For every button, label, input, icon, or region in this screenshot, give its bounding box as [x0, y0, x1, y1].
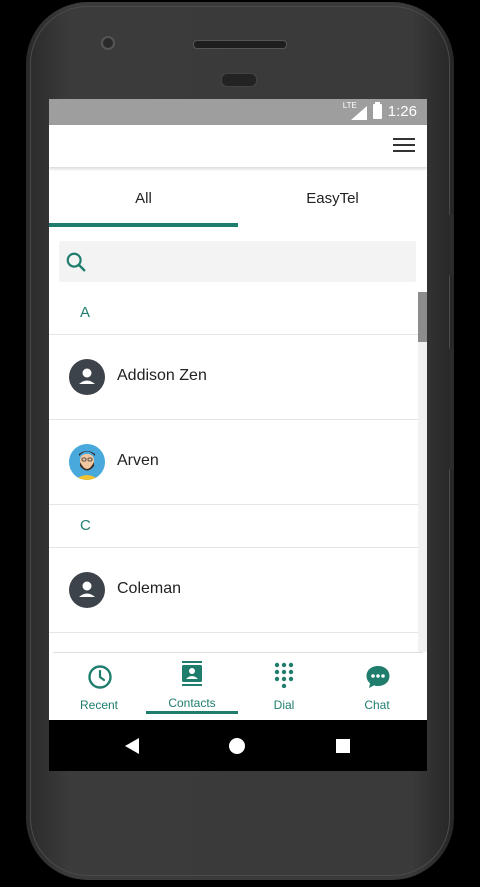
- scrollbar-thumb[interactable]: [418, 292, 427, 342]
- nav-chat[interactable]: Chat: [331, 653, 423, 718]
- contacts-icon: [182, 661, 202, 686]
- avatar-photo: [69, 444, 105, 480]
- signal-icon: LTE: [343, 101, 367, 120]
- nav-label: Dial: [273, 698, 295, 712]
- person-icon: [79, 368, 95, 384]
- bottom-navigation: Recent Contacts Dial Chat: [53, 652, 423, 718]
- search-bar: [59, 241, 416, 282]
- scrollbar[interactable]: [418, 292, 427, 652]
- search-icon[interactable]: [65, 251, 87, 273]
- volume-button: [449, 214, 454, 276]
- system-navigation-bar: [49, 720, 427, 771]
- screen: LTE 1:26 All EasyTel A Addison Zen Arven…: [49, 99, 427, 771]
- proximity-sensor: [221, 73, 257, 87]
- avatar: [69, 359, 105, 395]
- battery-icon: [372, 102, 382, 119]
- status-time: 1:26: [387, 103, 417, 120]
- earpiece-speaker: [193, 40, 287, 49]
- power-button: [449, 348, 454, 470]
- home-icon[interactable]: [229, 738, 245, 754]
- nav-label: Contacts: [168, 696, 216, 710]
- chat-icon: [366, 666, 390, 688]
- contact-name: Coleman: [117, 580, 182, 597]
- front-camera: [101, 36, 115, 50]
- tab-easytel[interactable]: EasyTel: [238, 169, 427, 229]
- contact-row[interactable]: Arven: [49, 420, 421, 505]
- nav-recent[interactable]: Recent: [53, 653, 145, 718]
- contact-row[interactable]: Addison Zen: [49, 335, 421, 420]
- nav-label: Recent: [79, 698, 119, 712]
- tab-indicator: [49, 223, 238, 227]
- recents-icon[interactable]: [336, 739, 350, 753]
- nav-label: Chat: [364, 698, 390, 712]
- person-icon: [79, 581, 95, 597]
- contact-list: A Addison Zen Arven C Coleman: [49, 292, 421, 633]
- hamburger-menu-icon[interactable]: [393, 138, 415, 154]
- tab-bar: All EasyTel: [49, 169, 427, 229]
- tab-all[interactable]: All: [49, 169, 238, 229]
- bearded-man-avatar: [69, 444, 105, 480]
- app-bar: [49, 125, 427, 167]
- section-header-a: A: [49, 292, 421, 335]
- search-input[interactable]: [99, 247, 403, 277]
- avatar: [69, 572, 105, 608]
- status-bar: LTE 1:26: [49, 99, 427, 125]
- clock-icon: [88, 665, 112, 689]
- nav-dial[interactable]: Dial: [238, 653, 330, 718]
- back-icon[interactable]: [125, 738, 139, 754]
- dialpad-icon: [274, 662, 294, 688]
- nav-contacts[interactable]: Contacts: [146, 653, 238, 718]
- nav-selected-indicator: [146, 711, 238, 714]
- contact-name: Arven: [117, 452, 159, 469]
- contact-row[interactable]: Coleman: [49, 548, 421, 633]
- contact-name: Addison Zen: [117, 367, 207, 384]
- network-type: LTE: [342, 100, 357, 110]
- section-header-c: C: [49, 505, 421, 548]
